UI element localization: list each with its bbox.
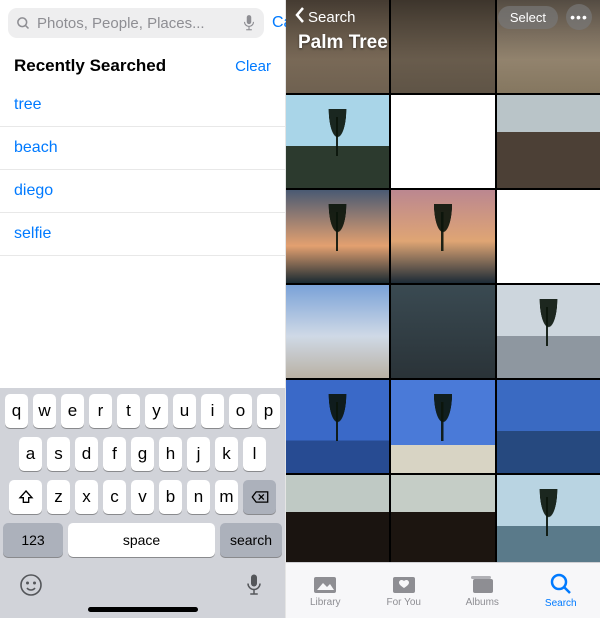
more-button[interactable]: •••: [566, 4, 592, 30]
search-field[interactable]: [8, 8, 264, 38]
ellipsis-icon: •••: [570, 9, 588, 25]
photo-thumbnail[interactable]: [497, 190, 600, 283]
for-you-icon: [391, 573, 417, 595]
tab-for-you[interactable]: For You: [365, 563, 444, 618]
key-c[interactable]: c: [103, 480, 126, 514]
key-v[interactable]: v: [131, 480, 154, 514]
tab-library[interactable]: Library: [286, 563, 365, 618]
photo-thumbnail[interactable]: [286, 475, 389, 562]
search-icon: [549, 572, 573, 596]
recent-search-item[interactable]: beach: [0, 127, 285, 170]
key-r[interactable]: r: [89, 394, 112, 428]
recent-search-item[interactable]: tree: [0, 84, 285, 127]
keyboard-dictation-icon[interactable]: [240, 571, 268, 599]
photo-thumbnail[interactable]: [286, 380, 389, 473]
key-l[interactable]: l: [243, 437, 266, 471]
key-p[interactable]: p: [257, 394, 280, 428]
onscreen-keyboard: q w e r t y u i o p a s d f g h j k l: [0, 388, 285, 618]
photo-thumbnail[interactable]: [286, 95, 389, 188]
albums-icon: [469, 573, 495, 595]
key-i[interactable]: i: [201, 394, 224, 428]
dictation-icon[interactable]: [242, 14, 256, 32]
home-indicator[interactable]: [88, 607, 198, 612]
key-q[interactable]: q: [5, 394, 28, 428]
photo-thumbnail[interactable]: [497, 95, 600, 188]
search-bar: Cancel: [0, 0, 285, 46]
key-e[interactable]: e: [61, 394, 84, 428]
photo-thumbnail[interactable]: [497, 285, 600, 378]
tab-label: For You: [387, 597, 421, 608]
key-w[interactable]: w: [33, 394, 56, 428]
tab-label: Library: [310, 597, 341, 608]
photo-grid: [286, 0, 600, 562]
clear-button[interactable]: Clear: [235, 58, 271, 75]
results-title: Palm Tree: [294, 32, 592, 54]
key-x[interactable]: x: [75, 480, 98, 514]
key-h[interactable]: h: [159, 437, 182, 471]
key-k[interactable]: k: [215, 437, 238, 471]
library-icon: [312, 573, 338, 595]
photo-thumbnail[interactable]: [286, 190, 389, 283]
tab-bar: Library For You Albums Search: [286, 562, 600, 618]
photo-thumbnail[interactable]: [391, 285, 494, 378]
recently-searched-title: Recently Searched: [14, 56, 166, 76]
back-button[interactable]: Search: [294, 6, 356, 28]
recent-search-item[interactable]: diego: [0, 170, 285, 213]
delete-key[interactable]: [243, 480, 276, 514]
key-j[interactable]: j: [187, 437, 210, 471]
chevron-left-icon: [294, 6, 306, 28]
key-g[interactable]: g: [131, 437, 154, 471]
left-phone-search-ui: Cancel Recently Searched Clear tree beac…: [0, 0, 286, 618]
emoji-icon[interactable]: [17, 571, 45, 599]
key-f[interactable]: f: [103, 437, 126, 471]
numeric-key[interactable]: 123: [3, 523, 63, 557]
space-key[interactable]: space: [68, 523, 215, 557]
search-icon: [16, 16, 31, 31]
search-input[interactable]: [37, 15, 236, 32]
photo-thumbnail[interactable]: [391, 190, 494, 283]
results-header: Search Select ••• Palm Tree: [286, 4, 600, 54]
key-d[interactable]: d: [75, 437, 98, 471]
key-u[interactable]: u: [173, 394, 196, 428]
key-b[interactable]: b: [159, 480, 182, 514]
tab-search[interactable]: Search: [522, 563, 600, 618]
key-a[interactable]: a: [19, 437, 42, 471]
shift-key[interactable]: [9, 480, 42, 514]
photo-thumbnail[interactable]: [497, 380, 600, 473]
tab-label: Search: [545, 598, 577, 609]
key-n[interactable]: n: [187, 480, 210, 514]
recent-search-item[interactable]: selfie: [0, 213, 285, 256]
right-phone-results-ui: Search Select ••• Palm Tree: [286, 0, 600, 618]
select-button[interactable]: Select: [498, 6, 558, 29]
key-o[interactable]: o: [229, 394, 252, 428]
photo-thumbnail[interactable]: [497, 475, 600, 562]
tab-label: Albums: [466, 597, 499, 608]
photo-thumbnail[interactable]: [391, 475, 494, 562]
recently-searched-header: Recently Searched Clear: [0, 46, 285, 84]
recent-search-list: tree beach diego selfie: [0, 84, 285, 256]
photo-thumbnail[interactable]: [391, 380, 494, 473]
key-m[interactable]: m: [215, 480, 238, 514]
key-z[interactable]: z: [47, 480, 70, 514]
key-s[interactable]: s: [47, 437, 70, 471]
photo-thumbnail[interactable]: [391, 95, 494, 188]
search-key[interactable]: search: [220, 523, 282, 557]
back-label: Search: [308, 9, 356, 26]
photo-thumbnail[interactable]: [286, 285, 389, 378]
tab-albums[interactable]: Albums: [443, 563, 522, 618]
key-y[interactable]: y: [145, 394, 168, 428]
key-t[interactable]: t: [117, 394, 140, 428]
